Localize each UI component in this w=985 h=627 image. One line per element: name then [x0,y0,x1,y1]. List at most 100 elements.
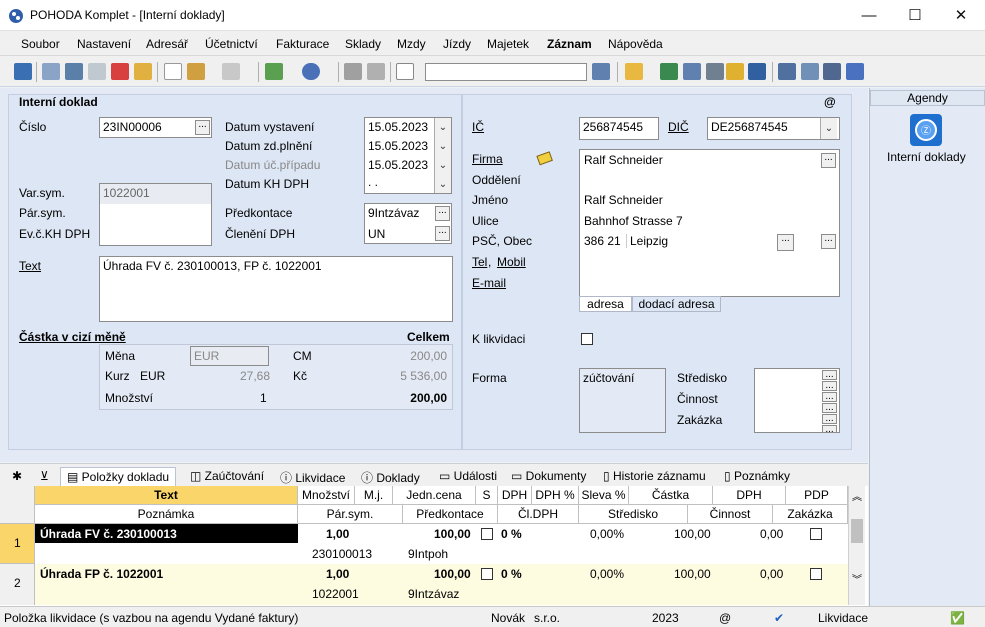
list-icon[interactable] [801,63,819,80]
firma-select-button[interactable]: ... [821,153,836,168]
money-icon[interactable] [660,63,678,80]
col-castka[interactable]: Částka [629,486,713,505]
minimize-button[interactable]: — [846,0,892,31]
varsym-box[interactable]: 1022001 [99,183,212,246]
address-book-icon[interactable] [536,150,554,166]
export-icon[interactable] [134,63,152,80]
coins-icon[interactable] [726,63,744,80]
agendy-item-label[interactable]: Interní doklady [887,150,966,164]
cleneni-select-button[interactable]: ... [435,226,450,241]
chevron-down-icon[interactable]: ⌄ [434,156,451,175]
row1-pdp-checkbox[interactable] [810,528,822,540]
tab-doklady[interactable]: ⓘ Doklady [355,467,426,487]
col-poznamka[interactable]: Poznámka [35,505,298,524]
obec-select-button[interactable]: ... [777,234,794,251]
chevron-down-icon[interactable]: ⌄ [434,118,451,137]
zakazka-select-button[interactable]: ... [822,414,837,424]
window-icon[interactable] [778,63,796,80]
help-icon[interactable] [846,63,864,80]
print-icon[interactable] [65,63,83,80]
col-stredisko[interactable]: Středisko [579,505,688,524]
form-icon[interactable] [823,63,841,80]
row2-s-checkbox[interactable] [481,568,493,580]
row1-predkontace[interactable]: 9Intpoh [408,545,448,563]
likvidace-checkbox[interactable] [581,333,593,345]
tab-adresa[interactable]: adresa [579,296,632,312]
row1-s-checkbox[interactable] [481,528,493,540]
col-dph-value[interactable]: DPH [713,486,786,505]
menu-soubor[interactable]: Soubor [21,37,60,51]
menu-fakturace[interactable]: Fakturace [276,37,329,51]
copy-icon[interactable] [42,63,60,80]
row2-sleva[interactable]: 0,00% [590,565,624,583]
datum-uc-field[interactable]: 15.05.2023 [368,158,428,172]
tel-label[interactable]: Tel [472,255,487,269]
col-dph[interactable]: DPH [498,486,532,505]
menu-sklady[interactable]: Sklady [345,37,381,51]
back-arrow-icon[interactable] [265,63,283,80]
datum-zd-field[interactable]: 15.05.2023 [368,139,428,153]
filter-icon[interactable] [592,63,610,80]
search-dropdown[interactable] [425,63,587,81]
preview-icon[interactable] [88,63,106,80]
obec-field[interactable]: Leipzig [626,234,668,248]
folder-icon[interactable] [625,63,643,80]
row1-mnozstvi[interactable]: 1,00 [326,525,349,543]
cinnost-dropdown-button[interactable]: ... [822,403,837,413]
scroll-thumb[interactable] [851,519,863,543]
psc-select-button[interactable]: ... [821,234,836,249]
save-icon[interactable] [344,63,362,80]
menu-mzdy[interactable]: Mzdy [397,37,426,51]
predkontace-select-button[interactable]: ... [435,206,450,221]
col-dph-pct[interactable]: DPH % [532,486,579,505]
row1-castka[interactable]: 100,00 [674,525,711,543]
col-text[interactable]: Text [35,486,298,505]
row1-parsym[interactable]: 230100013 [312,545,372,563]
row2-parsym[interactable]: 1022001 [312,585,359,603]
menu-zaznam[interactable]: Záznam [547,37,592,51]
tab-poznamky[interactable]: ▯ Poznámky [718,467,796,487]
scroll-down-icon[interactable]: ︾ [852,571,862,586]
row2-mnozstvi[interactable]: 1,00 [326,565,349,583]
col-sleva[interactable]: Sleva % [579,486,629,505]
row1-dph-value[interactable]: 0,00 [760,525,783,543]
menu-napoveda[interactable]: Nápověda [608,37,663,51]
row1-cena[interactable]: 100,00 [434,525,471,543]
checkmark-icon[interactable]: ✔ [774,611,784,625]
col-cinnost[interactable]: Činnost [688,505,773,524]
asterisk-button[interactable]: ✱ [6,467,28,487]
tab-polozky-dokladu[interactable]: ▤ Položky dokladu [60,467,177,487]
interni-doklady-icon[interactable]: Ⓩ [909,113,943,147]
edit-icon[interactable] [187,63,205,80]
row1-sleva[interactable]: 0,00% [590,525,624,543]
cleneni-field[interactable]: UN [368,227,385,241]
chevron-down-icon[interactable]: ⌄ [820,118,837,139]
row-number[interactable]: 1 [0,524,35,564]
menu-ucetnictvi[interactable]: Účetnictví [205,37,258,51]
calculator-icon[interactable] [706,63,724,80]
datum-vystaveni-field[interactable]: 15.05.2023 [368,120,428,134]
cinnost-select-button[interactable]: ... [822,392,837,402]
forma-field[interactable]: zúčtování [579,368,666,433]
row2-predkontace[interactable]: 9Intzávaz [408,585,459,603]
grid-scrollbar[interactable]: ︽ ︾ [848,486,865,605]
col-s[interactable]: S [476,486,498,505]
pdf-icon[interactable] [111,63,129,80]
tab-udalosti[interactable]: ▭ Události [433,467,503,487]
menu-jizdy[interactable]: Jízdy [443,37,471,51]
row2-cena[interactable]: 100,00 [434,565,471,583]
firma-field[interactable]: Ralf Schneider [584,153,663,167]
new-record-icon[interactable] [164,63,182,80]
row1-text[interactable]: Úhrada FV č. 230100013 [40,525,177,543]
menu-adresar[interactable]: Adresář [146,37,188,51]
ulice-field[interactable]: Bahnhof Strasse 7 [584,214,683,228]
stredisko-dropdown-button[interactable]: ... [822,381,837,391]
psc-field[interactable]: 386 21 [584,234,621,248]
row2-dph-value[interactable]: 0,00 [760,565,783,583]
predkontace-field[interactable]: 9Intzávaz [368,206,419,220]
mobil-label[interactable]: Mobil [497,255,526,269]
agenda-icon[interactable] [14,63,32,80]
stredisko-select-button[interactable]: ... [822,370,837,380]
row2-pdp-checkbox[interactable] [810,568,822,580]
col-predkontace[interactable]: Předkontace [403,505,498,524]
